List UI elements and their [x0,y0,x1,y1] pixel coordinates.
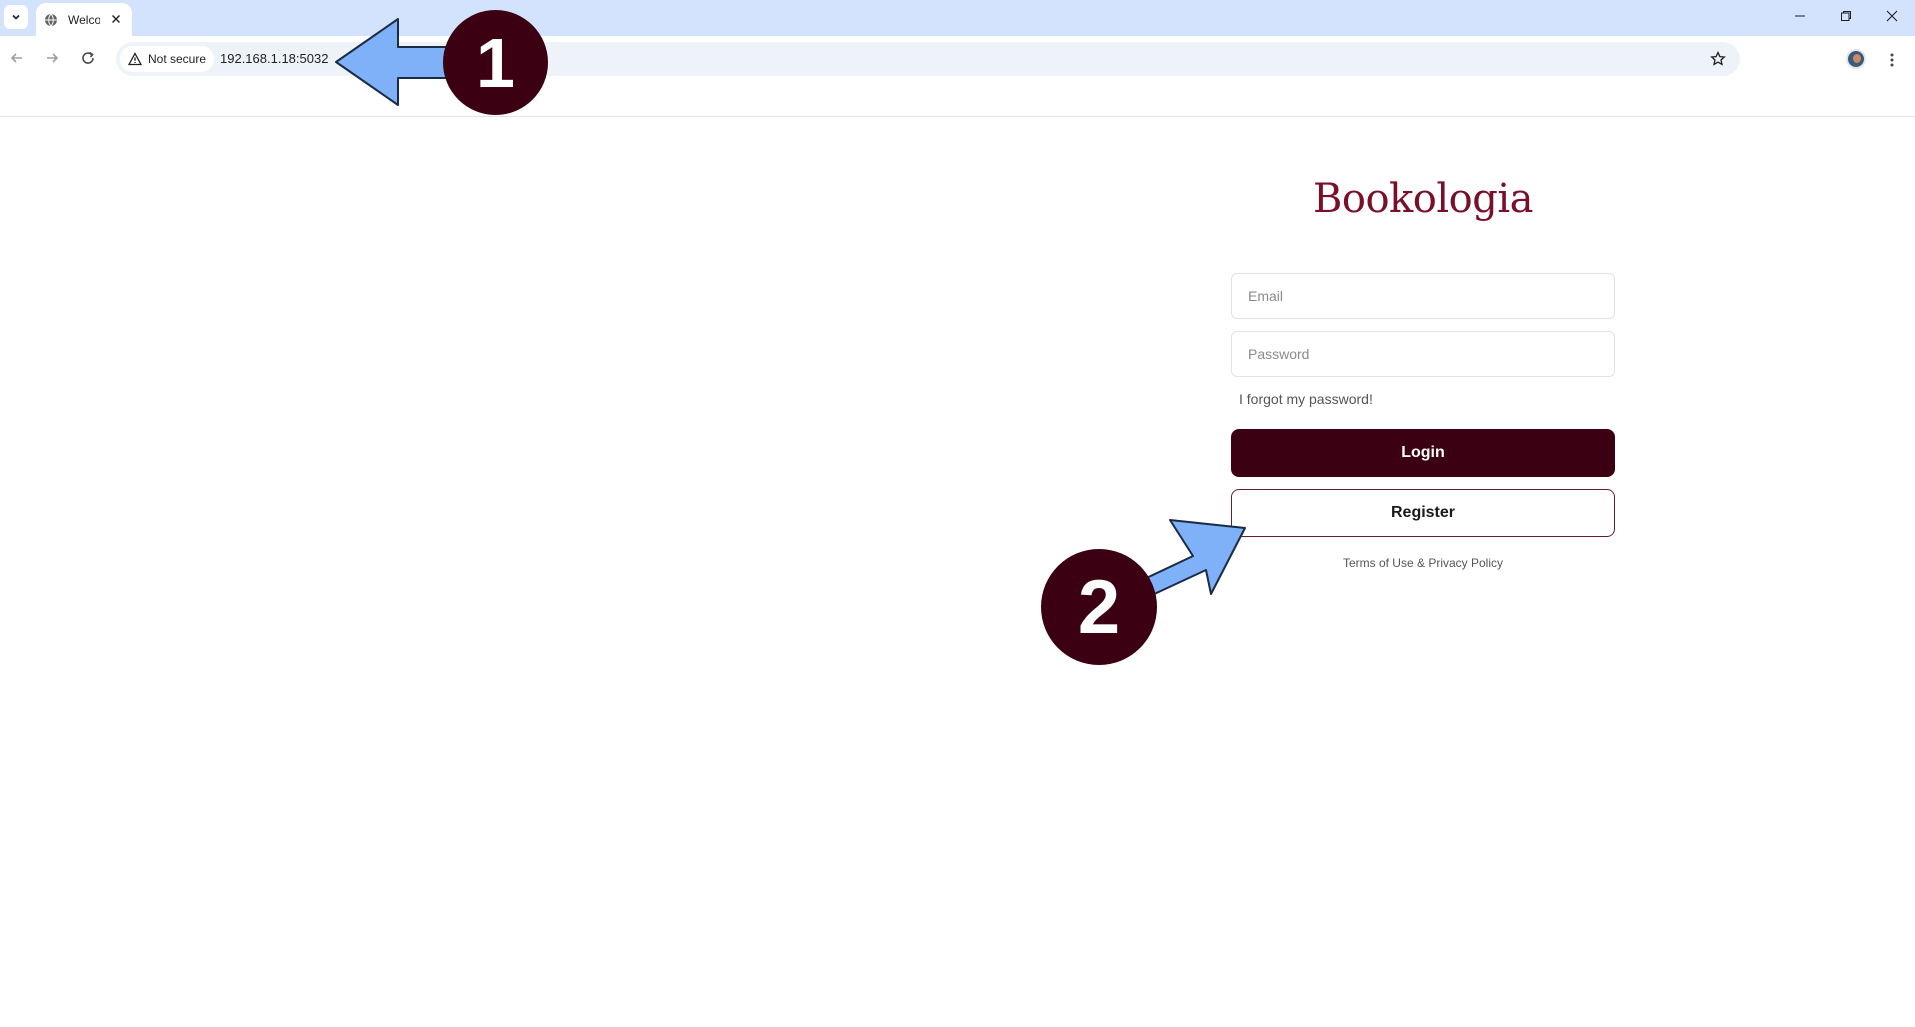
browser-toolbar: Not secure 192.168.1.18:5032 [0,36,1915,116]
arrow-left-icon [10,53,22,63]
brand-logo: Bookologia [1313,176,1534,222]
warning-icon [128,52,142,66]
forward-button[interactable] [38,44,66,72]
chevron-down-icon [12,14,20,20]
tutorial-overlay: 1 2 [0,0,1915,1027]
close-icon [1886,10,1898,22]
password-field[interactable] [1231,331,1615,377]
arrow-2-shape [1137,519,1246,597]
tab-search-button[interactable] [4,5,28,29]
annotation-arrows [335,18,1246,597]
tab-title: Welcome [68,12,100,27]
close-icon [112,15,120,23]
tab-close-button[interactable] [108,11,124,27]
reload-icon [82,51,94,64]
minimize-button[interactable] [1777,0,1823,32]
browser-menu-button[interactable] [1880,48,1904,72]
restore-icon [1841,11,1851,21]
more-vertical-icon [1890,53,1894,67]
login-button[interactable]: Login [1231,429,1615,477]
arrow-right-icon [47,53,59,63]
reload-button[interactable] [74,44,102,72]
address-bar[interactable]: Not secure 192.168.1.18:5032 [116,42,1740,76]
privacy-policy-link[interactable]: Privacy Policy [1428,556,1503,570]
bookmark-button[interactable] [1708,49,1728,69]
restore-button[interactable] [1823,0,1869,32]
back-button[interactable] [3,44,31,72]
register-button[interactable]: Register [1231,489,1615,537]
terms-of-use-link[interactable]: Terms of Use [1343,556,1414,570]
window-controls [1777,0,1915,32]
profile-avatar[interactable] [1846,49,1866,69]
toolbar-divider [0,116,1915,117]
legal-separator: & [1413,556,1429,570]
tab-strip: Welcome [0,0,1915,36]
close-window-button[interactable] [1869,0,1915,32]
browser-tab[interactable]: Welcome [36,3,132,36]
legal-links: Terms of Use & Privacy Policy [1231,556,1615,570]
url-text[interactable]: 192.168.1.18:5032 [220,51,328,66]
security-chip-label: Not secure [148,52,207,66]
star-icon [1710,51,1726,66]
email-field[interactable] [1231,273,1615,319]
minimize-icon [1795,15,1805,17]
security-chip[interactable]: Not secure [120,46,215,72]
globe-icon [45,13,57,26]
forgot-password-link[interactable]: I forgot my password! [1239,391,1373,407]
step-2-badge: 2 [1041,549,1157,665]
